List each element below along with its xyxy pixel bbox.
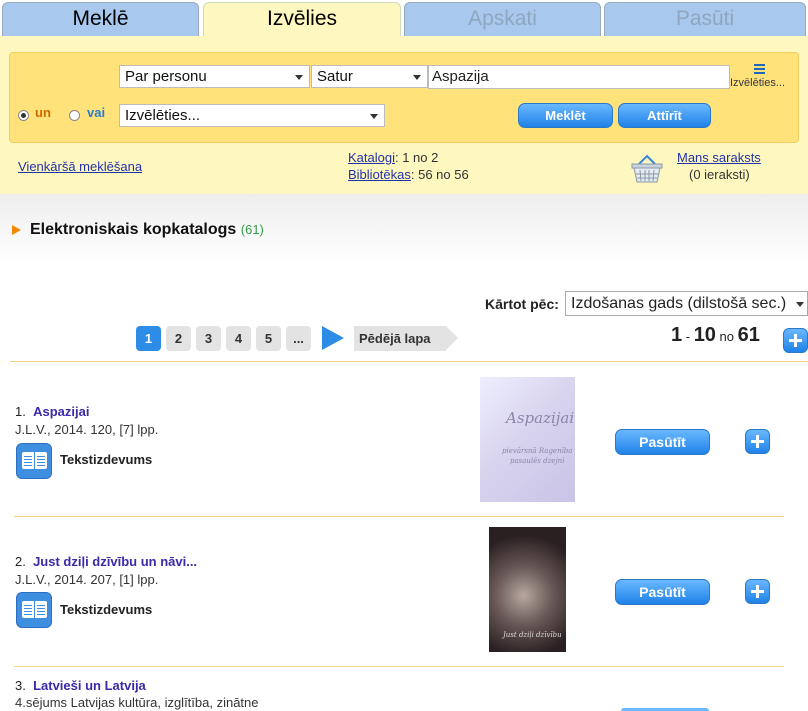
radio-and[interactable] bbox=[18, 110, 29, 121]
cover-title: Aspazijai bbox=[506, 409, 575, 427]
tab-view[interactable]: Apskati bbox=[404, 2, 601, 36]
page-5[interactable]: 5 bbox=[256, 326, 281, 351]
catalog-count: (61) bbox=[240, 222, 264, 237]
libraries-link[interactable]: Bibliotēkas bbox=[348, 167, 411, 182]
libraries-info: Bibliotēkas: 56 no 56 bbox=[348, 167, 469, 182]
radio-and-label: un bbox=[35, 105, 51, 120]
my-list-link[interactable]: Mans saraksts bbox=[677, 150, 761, 165]
page-4[interactable]: 4 bbox=[226, 326, 251, 351]
second-field-value: Izvēlēties... bbox=[125, 107, 201, 124]
result-1-heading: 1. Aspazijai bbox=[15, 404, 89, 419]
page-more[interactable]: ... bbox=[286, 326, 311, 351]
add-all-button[interactable] bbox=[783, 328, 808, 353]
result-1-cover[interactable]: Aspazijai pievārsnā Ragenība pasaulēs dz… bbox=[480, 377, 575, 502]
range-from: 1 bbox=[671, 324, 683, 346]
result-number: 3. bbox=[15, 678, 26, 693]
result-title-link[interactable]: Latvieši un Latvija bbox=[33, 678, 146, 693]
range-no: no bbox=[715, 329, 738, 344]
page-3[interactable]: 3 bbox=[196, 326, 221, 351]
radio-or[interactable] bbox=[69, 110, 80, 121]
cover-subtitle-2: pasaulēs dzejnī bbox=[510, 457, 565, 465]
result-1-type: Tekstizdevums bbox=[60, 452, 153, 467]
search-button[interactable]: Meklēt bbox=[518, 103, 613, 128]
search-input[interactable]: Aspazija bbox=[428, 65, 730, 89]
catalogs-link[interactable]: Katalogi bbox=[348, 150, 395, 165]
book-icon bbox=[16, 592, 52, 628]
sort-select[interactable]: Izdošanas gads (dilstošā sec.) bbox=[565, 291, 808, 316]
last-page-button[interactable]: Pēdējā lapa bbox=[354, 326, 458, 351]
divider bbox=[10, 361, 808, 362]
tab-search[interactable]: Meklē bbox=[2, 2, 199, 36]
tab-bar: Meklē Izvēlies Apskati Pasūti bbox=[0, 0, 808, 36]
next-page-icon[interactable] bbox=[322, 326, 344, 350]
libraries-value: : 56 no 56 bbox=[410, 167, 469, 182]
second-field-select[interactable]: Izvēlēties... bbox=[119, 104, 385, 127]
catalogs-value: : 1 no 2 bbox=[394, 150, 439, 165]
my-list-count: (0 ieraksti) bbox=[689, 167, 750, 182]
expand-arrow-icon[interactable] bbox=[12, 225, 21, 235]
simple-search-link[interactable]: Vienkāršā meklēšana bbox=[18, 159, 142, 174]
sort-value: Izdošanas gads (dilstošā sec.) bbox=[571, 295, 787, 312]
range-total: 61 bbox=[737, 324, 760, 346]
chevron-down-icon bbox=[413, 75, 421, 80]
result-range: 1 - 10 no 61 bbox=[671, 324, 760, 347]
add-to-list-button[interactable] bbox=[745, 429, 770, 454]
result-number: 2. bbox=[15, 554, 26, 569]
catalog-title[interactable]: Elektroniskais kopkatalogs (61) bbox=[30, 221, 264, 239]
operator-select[interactable]: Satur bbox=[311, 65, 428, 88]
search-field-select[interactable]: Par personu bbox=[119, 65, 310, 88]
divider bbox=[14, 516, 784, 517]
book-icon bbox=[16, 443, 52, 479]
basket-icon[interactable] bbox=[629, 152, 665, 184]
tab-order[interactable]: Pasūti bbox=[604, 2, 806, 36]
clear-button[interactable]: Attīrīt bbox=[618, 103, 711, 128]
tab-choose[interactable]: Izvēlies bbox=[203, 2, 401, 36]
result-2-type: Tekstizdevums bbox=[60, 602, 153, 617]
chevron-down-icon bbox=[796, 302, 804, 307]
chevron-down-icon bbox=[295, 75, 303, 80]
choose-link[interactable]: Izvēlēties... bbox=[730, 77, 785, 89]
operator-value: Satur bbox=[317, 68, 353, 85]
chevron-down-icon bbox=[370, 114, 378, 119]
cover-title: Just dziļi dzīvību bbox=[503, 631, 562, 639]
result-2-cover[interactable]: Just dziļi dzīvību bbox=[489, 527, 566, 652]
result-title-link[interactable]: Just dziļi dzīvību un nāvi... bbox=[33, 554, 197, 569]
page-2[interactable]: 2 bbox=[166, 326, 191, 351]
catalog-name: Elektroniskais kopkatalogs bbox=[30, 221, 237, 238]
catalogs-info: Katalogi: 1 no 2 bbox=[348, 150, 438, 165]
page-1[interactable]: 1 bbox=[136, 326, 161, 351]
result-2-meta: J.L.V., 2014. 207, [1] lpp. bbox=[15, 572, 159, 587]
range-to: 10 bbox=[693, 324, 716, 346]
result-3-heading: 3. Latvieši un Latvija bbox=[15, 678, 146, 693]
list-icon[interactable] bbox=[754, 64, 765, 76]
search-field-value: Par personu bbox=[125, 68, 207, 85]
sort-label: Kārtot pēc: bbox=[485, 296, 559, 312]
result-title-link[interactable]: Aspazijai bbox=[33, 404, 89, 419]
result-2-heading: 2. Just dziļi dzīvību un nāvi... bbox=[15, 554, 197, 569]
add-to-list-button[interactable] bbox=[745, 579, 770, 604]
result-number: 1. bbox=[15, 404, 26, 419]
result-3-meta: 4.sējums Latvijas kultūra, izglītība, zi… bbox=[15, 695, 259, 710]
order-button[interactable]: Pasūtīt bbox=[615, 429, 710, 455]
range-sep: - bbox=[682, 329, 694, 344]
result-1-meta: J.L.V., 2014. 120, [7] lpp. bbox=[15, 422, 159, 437]
radio-or-label: vai bbox=[87, 105, 106, 120]
cover-subtitle-1: pievārsnā Ragenība bbox=[502, 447, 573, 455]
divider bbox=[14, 666, 784, 667]
order-button[interactable]: Pasūtīt bbox=[615, 579, 710, 605]
